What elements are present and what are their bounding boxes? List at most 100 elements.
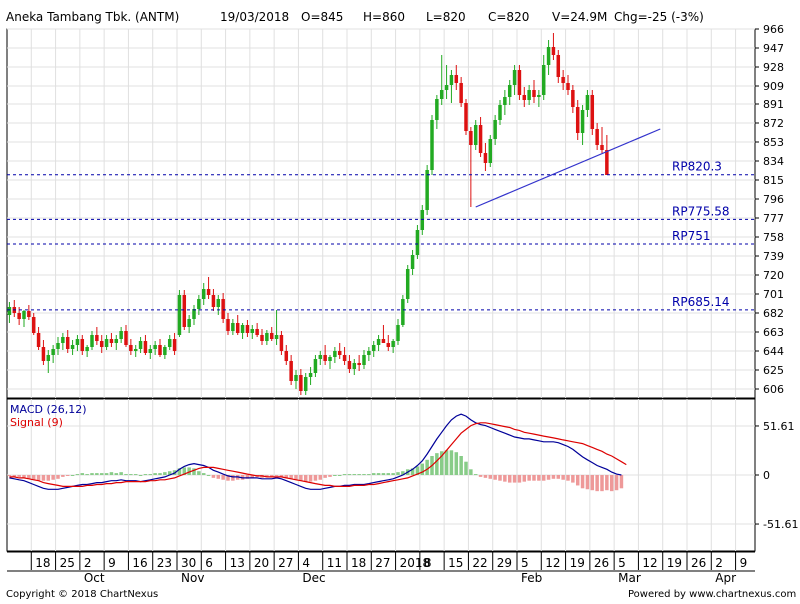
candle-down <box>590 95 595 129</box>
histogram-bar <box>498 475 502 481</box>
candle-up <box>313 359 318 373</box>
candle-down <box>342 355 347 361</box>
candle-up <box>7 307 12 315</box>
price-tick-label: 606 <box>763 383 784 396</box>
histogram-bar <box>367 474 371 476</box>
price-tick-label: 682 <box>763 307 784 320</box>
powered-by-link[interactable]: Powered by www.chartnexus.com <box>628 589 796 600</box>
x-tick-day: 23 <box>157 556 172 570</box>
price-tick-label: 966 <box>763 23 784 36</box>
candle-down <box>143 341 148 353</box>
x-tick-day: 9 <box>740 556 748 570</box>
histogram-bar <box>464 461 468 475</box>
histogram-bar <box>469 469 473 475</box>
candle-down <box>561 77 565 83</box>
price-tick-label: 815 <box>763 174 784 187</box>
candle-up <box>163 347 167 355</box>
x-tick-day: 16 <box>132 556 147 570</box>
histogram-bar <box>61 475 65 477</box>
macd-legend: MACD (26,12) Signal (9) <box>10 403 87 429</box>
candle-up <box>114 339 119 343</box>
histogram-bar <box>517 475 522 483</box>
candle-down <box>575 107 580 133</box>
macd-tick-label: -51.61 <box>763 518 798 531</box>
candle-down <box>381 339 386 343</box>
candle-up <box>444 85 449 90</box>
price-panel-frame <box>6 28 756 399</box>
histogram-bar <box>435 453 439 475</box>
macd-grid <box>7 399 755 551</box>
footer: Copyright © 2018 ChartNexus Powered by w… <box>6 589 796 600</box>
price-trendline <box>475 128 661 208</box>
histogram-bar <box>551 475 556 479</box>
candle-up <box>85 347 89 351</box>
x-tick-month: Nov <box>181 571 204 585</box>
candle-up <box>546 47 551 65</box>
histogram-bar <box>357 474 361 476</box>
candle-down <box>299 375 303 391</box>
price-axis: 966 947 928 909 891 872 853 834 815 796 777 758 739 7… <box>755 23 784 396</box>
candle-down <box>469 131 473 145</box>
candle-down <box>158 345 162 355</box>
price-tick-label: 853 <box>763 136 784 149</box>
histogram-bar <box>556 475 561 479</box>
candle-up <box>318 355 323 359</box>
histogram-bar <box>371 473 376 475</box>
x-tick-month: Oct <box>84 571 105 585</box>
price-tick-label: 891 <box>763 98 784 111</box>
candle-up <box>449 75 454 85</box>
candle-down <box>206 289 211 295</box>
candle-up <box>70 345 75 349</box>
x-tick-day: 8 <box>424 556 432 570</box>
histogram-bar <box>109 472 114 475</box>
candle-down <box>95 335 99 341</box>
x-tick-day: 26 <box>691 556 706 570</box>
candle-down <box>279 335 284 351</box>
histogram-bar <box>386 473 391 475</box>
candle-up <box>104 339 109 347</box>
candle-up <box>352 363 357 369</box>
histogram-bar <box>561 475 565 480</box>
histogram-bar <box>148 474 153 476</box>
candle-up <box>585 95 590 110</box>
histogram-bar <box>7 475 12 476</box>
histogram-bar <box>522 475 527 482</box>
candle-up <box>537 95 541 97</box>
histogram-bar <box>129 474 133 476</box>
candle-down <box>357 363 361 365</box>
candle-down <box>605 150 609 175</box>
x-tick-day: 22 <box>472 556 487 570</box>
price-tick-label: 872 <box>763 117 784 130</box>
candle-up <box>61 337 65 343</box>
price-grid <box>7 28 755 398</box>
candle-down <box>269 333 274 339</box>
stock-title: Aneka Tambang Tbk. (ANTM) <box>6 10 179 24</box>
candle-up <box>46 355 51 361</box>
x-tick-day: 18 <box>35 556 50 570</box>
price-tick-label: 644 <box>763 345 784 358</box>
candle-up <box>148 349 153 353</box>
candle-down <box>289 361 293 381</box>
copyright-text: Copyright © 2018 ChartNexus <box>6 589 158 600</box>
histogram-bar <box>104 473 109 475</box>
histogram-bar <box>590 475 595 491</box>
candle-down <box>182 295 187 327</box>
candle-down <box>347 361 352 369</box>
x-tick-day: 18 <box>351 556 366 570</box>
candle-up <box>580 110 585 133</box>
candle-up <box>133 349 138 351</box>
x-tick-day: 11 <box>327 556 342 570</box>
histogram-bar <box>609 475 614 492</box>
histogram-bar <box>211 475 216 478</box>
histogram-bar <box>274 475 279 476</box>
candle-down <box>323 355 327 361</box>
x-tick-day: 27 <box>278 556 293 570</box>
candle-down <box>595 129 599 145</box>
histogram-bar <box>454 452 459 475</box>
histogram-bar <box>527 475 531 481</box>
candle-down <box>172 339 177 351</box>
candle-down <box>522 95 527 100</box>
candle-down <box>235 323 240 333</box>
histogram-bar <box>75 474 80 476</box>
histogram-bar <box>56 475 60 479</box>
